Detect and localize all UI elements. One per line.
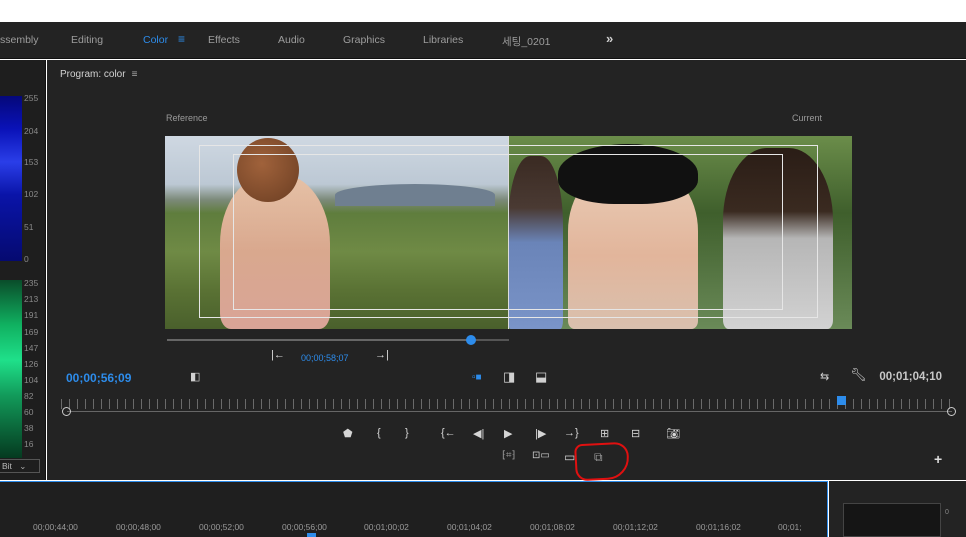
- export-frame-icon[interactable]: 📷︎: [666, 427, 680, 440]
- timeline-tick-label: 00;01;04;02: [447, 522, 492, 532]
- workspace-tab-custom[interactable]: 세팅_0201: [502, 34, 551, 49]
- window-top-margin: [0, 0, 966, 22]
- lumetri-scopes-panel: 255 204 153 102 51 0 235 213 191 169 147…: [0, 60, 46, 480]
- waveform-scale-label: 191: [24, 310, 39, 320]
- timeline-tick-label: 00;00;48;00: [116, 522, 161, 532]
- zoom-scroll-bar[interactable]: [67, 411, 952, 412]
- chevron-down-icon: ⌄: [19, 461, 27, 471]
- waveform-scope: [0, 280, 22, 458]
- timeline-panel[interactable]: 00;00;44;00 00;00;48;00 00;00;52;00 00;0…: [0, 481, 828, 537]
- meter-scale-label: 0: [945, 509, 949, 516]
- timeline-tick-label: 00;00;44;00: [33, 522, 78, 532]
- waveform-scale-label: 60: [24, 407, 34, 417]
- timeline-playhead[interactable]: [307, 533, 316, 537]
- timeline-tick-label: 00;01;16;02: [696, 522, 741, 532]
- vertical-split-icon[interactable]: ◨: [503, 370, 515, 383]
- insert-icon[interactable]: ⊞: [600, 427, 609, 440]
- workspace-tab-audio[interactable]: Audio: [278, 34, 305, 46]
- horizontal-split-icon[interactable]: ⬓: [535, 370, 547, 383]
- luma-scale-label: 204: [24, 126, 39, 136]
- workspace-tab-libraries[interactable]: Libraries: [423, 34, 463, 46]
- reference-timecode[interactable]: 00;00;58;07: [301, 353, 349, 363]
- workspace-tab-assembly[interactable]: ssembly: [0, 34, 39, 46]
- timeline-tick-label: 00;01;00;02: [364, 522, 409, 532]
- waveform-scale-label: 235: [24, 278, 39, 288]
- safe-margins-icon[interactable]: ⁅⌗⁆: [502, 450, 515, 461]
- timeline-tick-label: 00;01;08;02: [530, 522, 575, 532]
- timeline-tick-label: 00;01;: [778, 522, 802, 532]
- waveform-scale-label: 147: [24, 343, 39, 353]
- red-annotation-circle: [574, 441, 630, 482]
- overwrite-icon[interactable]: ⊟: [631, 427, 640, 440]
- time-ruler[interactable]: [61, 399, 953, 409]
- current-label: Current: [791, 113, 822, 123]
- split-view-icon[interactable]: ◧: [190, 371, 200, 383]
- step-forward-icon[interactable]: |▶: [535, 427, 546, 440]
- go-to-in-icon[interactable]: {←: [441, 427, 456, 439]
- timeline-tick-label: 00;01;12;02: [613, 522, 658, 532]
- luma-scope: [0, 96, 22, 261]
- workspace-tab-color[interactable]: Color: [143, 34, 168, 46]
- workspace-tab-graphics[interactable]: Graphics: [343, 34, 385, 46]
- reference-label: Reference: [166, 113, 208, 123]
- workspace-menu-icon[interactable]: ≡: [178, 32, 185, 46]
- waveform-scale-label: 213: [24, 294, 39, 304]
- waveform-scale-label: 169: [24, 327, 39, 337]
- reference-scrubber[interactable]: [167, 335, 509, 345]
- swap-sides-icon[interactable]: ⇆: [820, 371, 829, 383]
- mark-in-icon[interactable]: {: [377, 427, 381, 439]
- add-marker-icon[interactable]: ⬟: [343, 427, 353, 440]
- audio-meter: [843, 503, 941, 537]
- timeline-tick-label: 00;00;56;00: [282, 522, 327, 532]
- comparison-view[interactable]: [165, 136, 852, 329]
- playhead-timecode[interactable]: 00;00;56;09: [66, 371, 131, 385]
- panel-title[interactable]: Program: color ≡: [60, 69, 137, 80]
- luma-scale-label: 153: [24, 157, 39, 167]
- reference-scrubber-handle[interactable]: [466, 335, 477, 345]
- panel-menu-icon[interactable]: ≡: [132, 69, 138, 80]
- playhead-marker[interactable]: [837, 396, 847, 405]
- wrench-icon[interactable]: 🔧︎: [850, 368, 867, 381]
- luma-scale-label: 255: [24, 93, 39, 103]
- audio-meter-panel: 0: [829, 481, 966, 537]
- mark-out-icon[interactable]: }: [405, 427, 409, 439]
- workspace-bar: ssembly Editing Color ≡ Effects Audio Gr…: [0, 22, 966, 59]
- waveform-scale-label: 82: [24, 391, 34, 401]
- luma-scale-label: 51: [24, 222, 34, 232]
- button-editor-plus-icon[interactable]: +: [934, 452, 942, 466]
- reference-scrubber-fill: [167, 339, 472, 341]
- program-monitor-title: Program: color: [60, 69, 126, 80]
- reference-step-back-icon[interactable]: |←: [271, 349, 285, 361]
- workspace-tab-editing[interactable]: Editing: [71, 34, 103, 46]
- workspace-overflow-icon[interactable]: »: [606, 31, 613, 46]
- waveform-scale-label: 16: [24, 439, 34, 449]
- step-back-icon[interactable]: ◀|: [473, 427, 484, 440]
- go-to-out-icon[interactable]: →}: [564, 427, 579, 439]
- program-monitor-panel: Program: color ≡ Reference Current |← 00;…: [47, 60, 966, 482]
- timeline-tick-label: 00;00;52;00: [199, 522, 244, 532]
- bit-depth-value: Bit: [2, 461, 12, 471]
- luma-scale-label: 102: [24, 189, 39, 199]
- waveform-scale-label: 38: [24, 423, 34, 433]
- waveform-scale-label: 104: [24, 375, 39, 385]
- bit-depth-select[interactable]: Bit ⌄: [0, 459, 40, 473]
- workspace-tab-effects[interactable]: Effects: [208, 34, 240, 46]
- reference-step-forward-icon[interactable]: →|: [375, 349, 389, 361]
- luma-scale-label: 0: [24, 254, 29, 264]
- zoom-handle-left[interactable]: [62, 407, 71, 416]
- toggle-proxies-icon[interactable]: ⊡▭: [532, 450, 550, 461]
- side-by-side-icon[interactable]: ▫■: [472, 372, 482, 384]
- duration-timecode[interactable]: 00;01;04;10: [879, 371, 942, 383]
- play-icon[interactable]: ▶: [504, 427, 512, 440]
- title-safe-margin: [233, 154, 783, 310]
- zoom-handle-right[interactable]: [947, 407, 956, 416]
- waveform-scale-label: 126: [24, 359, 39, 369]
